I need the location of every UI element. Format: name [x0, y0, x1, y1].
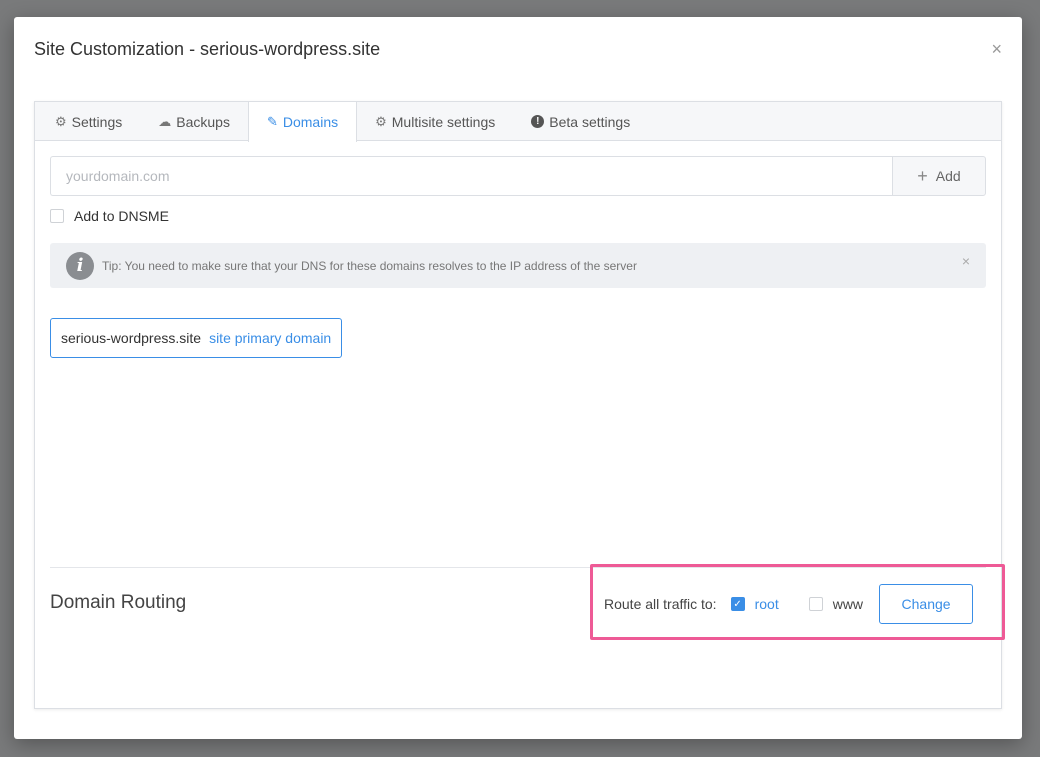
tab-multisite-settings[interactable]: ⚙ Multisite settings: [357, 102, 513, 141]
www-checkbox[interactable]: [808, 597, 823, 611]
tip-alert: i Tip: You need to make sure that your D…: [50, 243, 986, 288]
domain-routing-title: Domain Routing: [50, 592, 187, 613]
domain-primary-label: site primary domain: [209, 330, 332, 346]
tab-bar: ⚙ Settings ☁ Backups ✎ Domains ⚙ Multisi…: [35, 102, 1001, 142]
add-button-label: Add: [935, 168, 961, 184]
route-option-root[interactable]: ✓ root: [730, 596, 779, 612]
site-customization-modal: Site Customization - serious-wordpress.s…: [14, 17, 1022, 739]
domain-name: serious-wordpress.site: [61, 330, 202, 346]
route-traffic-row: Route all traffic to: ✓ root www Change: [604, 584, 974, 624]
root-checkbox[interactable]: ✓: [730, 597, 745, 611]
close-icon[interactable]: ×: [991, 39, 1002, 60]
domain-input[interactable]: [50, 156, 892, 196]
tab-backups[interactable]: ☁ Backups: [140, 102, 248, 141]
modal-title: Site Customization - serious-wordpress.s…: [34, 39, 381, 59]
tab-label: Settings: [71, 113, 123, 130]
change-button[interactable]: Change: [879, 584, 974, 624]
plus-icon: +: [917, 165, 928, 186]
route-traffic-label: Route all traffic to:: [604, 596, 717, 612]
tab-beta-settings[interactable]: ! Beta settings: [513, 102, 648, 141]
add-domain-button[interactable]: + Add: [892, 156, 986, 196]
tab-label: Beta settings: [549, 113, 631, 130]
cloud-upload-icon: ☁: [158, 113, 172, 129]
tab-label: Backups: [176, 113, 230, 130]
add-to-dnsme-label: Add to DNSME: [74, 208, 169, 224]
customization-panel: ⚙ Settings ☁ Backups ✎ Domains ⚙ Multisi…: [34, 101, 1005, 709]
add-to-dnsme-row[interactable]: Add to DNSME: [50, 208, 169, 224]
tab-label: Multisite settings: [391, 113, 496, 130]
tab-domains[interactable]: ✎ Domains: [247, 102, 358, 142]
route-option-www[interactable]: www: [808, 596, 864, 612]
gear-icon: ⚙: [55, 113, 67, 129]
info-icon: i: [66, 251, 94, 280]
tip-close-icon[interactable]: ×: [962, 253, 970, 269]
edit-icon: ✎: [266, 114, 278, 129]
root-label: root: [754, 596, 779, 612]
gear-icon: ⚙: [375, 113, 387, 129]
domain-input-row: + Add: [50, 156, 986, 196]
tip-text: Tip: You need to make sure that your DNS…: [102, 258, 637, 273]
alert-circle-icon: !: [531, 115, 545, 128]
add-to-dnsme-checkbox[interactable]: [50, 209, 64, 223]
tab-settings[interactable]: ⚙ Settings: [35, 102, 140, 141]
domain-tag[interactable]: serious-wordpress.site site primary doma…: [50, 318, 343, 358]
tab-label: Domains: [282, 114, 339, 130]
www-label: www: [832, 596, 864, 612]
